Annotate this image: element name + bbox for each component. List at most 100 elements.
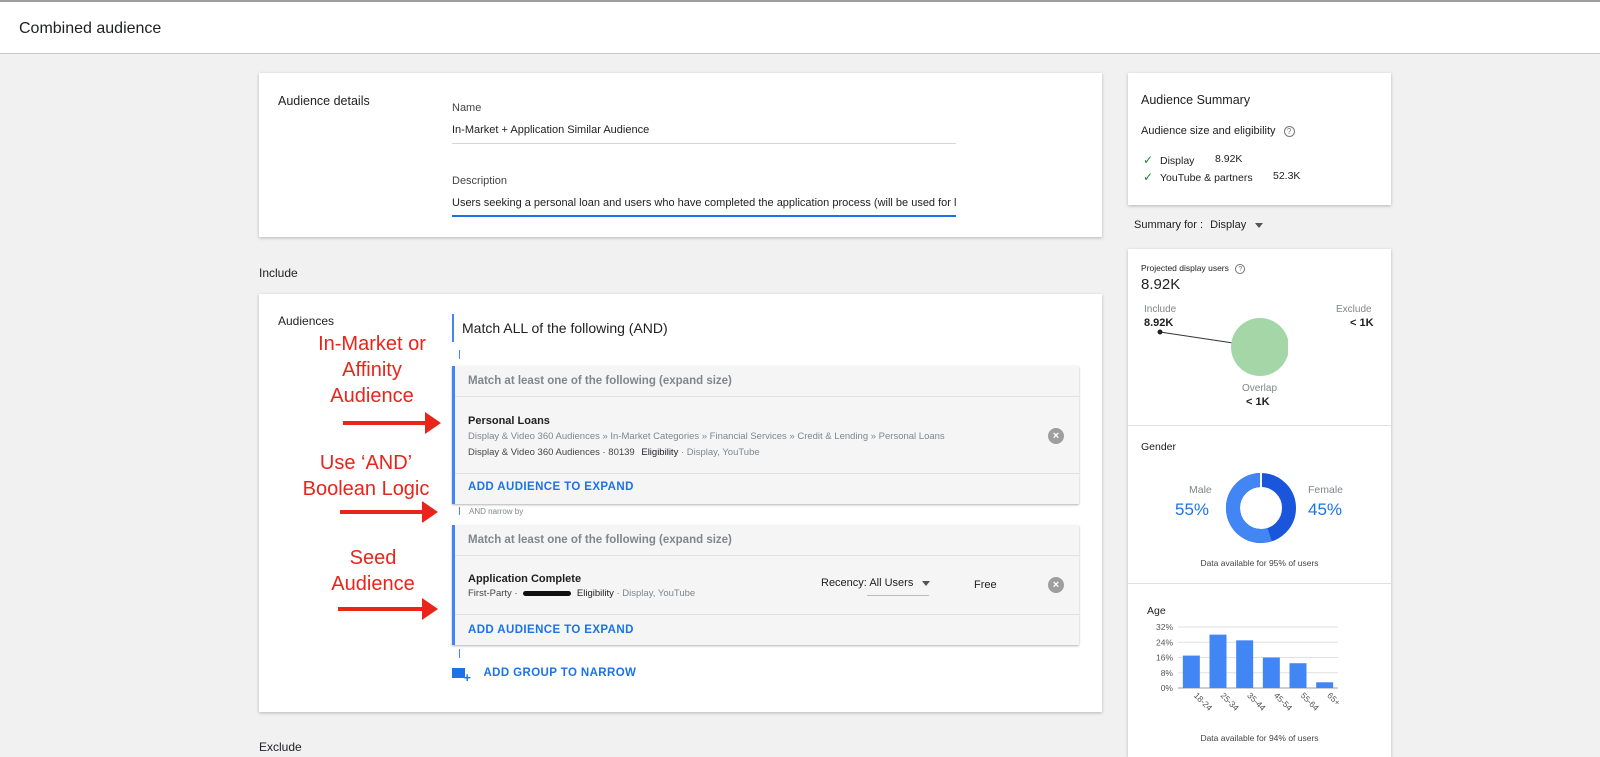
y-tick-label: 8% <box>1161 668 1174 678</box>
include-label: Include <box>1144 304 1177 315</box>
annotation-line: Seed <box>349 547 397 569</box>
exclude-value: < 1K <box>1350 317 1374 329</box>
gender-note: Data available for 95% of users <box>1200 558 1319 568</box>
item-eligibility-label: Eligibility <box>576 588 614 599</box>
x-tick-label: 18-24 <box>1192 690 1215 713</box>
eligibility-row-display: ✓ Display 8.92K <box>1143 153 1242 167</box>
eligibility-value: 8.92K <box>1215 153 1243 165</box>
annotation-seed: Seed Audience <box>323 545 423 597</box>
remove-audience-button[interactable]: × <box>1048 428 1064 444</box>
projected-label: Projected display users ? <box>1141 263 1246 274</box>
male-label: Male <box>1189 484 1212 496</box>
age-note: Data available for 94% of users <box>1200 733 1319 743</box>
projected-value: 8.92K <box>1141 276 1181 293</box>
x-tick-label: 45-54 <box>1272 690 1295 713</box>
and-narrow-label: AND narrow by <box>469 507 524 516</box>
age-bar-55-64 <box>1289 663 1307 688</box>
check-icon: ✓ <box>1143 170 1154 184</box>
summary-for-label: Summary for : <box>1134 219 1204 231</box>
description-underline <box>452 215 956 217</box>
audience-details-card: Audience details Name In-Market + Applic… <box>259 73 1102 237</box>
item-eligibility-value: · Display, YouTube <box>680 447 760 458</box>
connector-1 <box>459 350 460 359</box>
age-bar-65+ <box>1316 682 1334 688</box>
summary-for-value: Display <box>1210 219 1247 231</box>
annotation-arrow-1 <box>343 412 441 434</box>
include-section-label: Include <box>259 266 298 280</box>
exclude-section-label: Exclude <box>259 740 302 754</box>
eligibility-name: YouTube & partners <box>1159 172 1253 184</box>
projected-users-card: Projected display users ? 8.92K Include … <box>1128 249 1391 757</box>
x-tick-label: 35-44 <box>1245 690 1268 713</box>
annotation-arrow-3 <box>338 598 438 620</box>
overlap-label: Overlap <box>1242 383 1278 394</box>
item-eligibility-value: · Display, YouTube <box>616 588 696 599</box>
audience-summary-card: Audience Summary Audience size and eligi… <box>1128 73 1391 205</box>
y-tick-label: 32% <box>1156 622 1173 632</box>
item-source: First-Party · <box>468 588 518 599</box>
annotation-arrow-2 <box>340 501 438 523</box>
eligibility-row-youtube: ✓ YouTube & partners 52.3K <box>1143 170 1300 184</box>
add-audience-to-expand-button[interactable]: ADD AUDIENCE TO EXPAND <box>468 624 634 636</box>
match-all-bar <box>452 314 454 342</box>
annotation-line: Boolean Logic <box>302 478 430 500</box>
eligibility-name: Display <box>1159 155 1195 167</box>
audience-details-label: Audience details <box>278 94 370 108</box>
top-bar: Combined audience <box>0 0 1600 54</box>
item-source: Display & Video 360 Audiences · 80139 <box>468 447 635 458</box>
x-tick-label: 25-34 <box>1219 690 1242 713</box>
remove-audience-button[interactable]: × <box>1048 577 1064 593</box>
check-icon: ✓ <box>1143 153 1154 167</box>
dropdown-caret-icon <box>1255 222 1264 228</box>
audience-group-1: Match at least one of the following (exp… <box>452 366 1079 504</box>
add-group-icon: + <box>452 667 471 684</box>
age-bar-25-34 <box>1209 634 1227 688</box>
help-icon[interactable]: ? <box>1235 264 1246 274</box>
age-title: Age <box>1147 605 1166 617</box>
annotation-line: Audience <box>330 385 414 407</box>
recency-dropdown[interactable]: Recency: All Users <box>821 577 931 596</box>
annotation-and-logic: Use ‘AND’ Boolean Logic <box>288 450 444 502</box>
add-group-to-narrow-button[interactable]: + ADD GROUP TO NARROW <box>452 664 636 684</box>
male-value: 55% <box>1175 500 1210 519</box>
female-value: 45% <box>1308 500 1343 519</box>
age-bar-18-24 <box>1182 655 1200 688</box>
gender-title: Gender <box>1141 441 1177 453</box>
help-icon[interactable]: ? <box>1283 126 1295 137</box>
item-title: Personal Loans <box>468 415 550 427</box>
projected-label-text: Projected display users <box>1141 263 1229 273</box>
description-field[interactable]: Users seeking a personal loan and users … <box>452 197 956 209</box>
add-audience-to-expand-button[interactable]: ADD AUDIENCE TO EXPAND <box>468 481 634 493</box>
dropdown-caret-icon <box>922 580 931 586</box>
y-tick-label: 24% <box>1156 637 1173 647</box>
x-tick-label: 65+ <box>1325 690 1342 707</box>
size-eligibility-label: Audience size and eligibility ? <box>1141 125 1295 137</box>
item-path: Display & Video 360 Audiences » In-Marke… <box>468 431 945 442</box>
exclude-label: Exclude <box>1336 304 1372 315</box>
name-field[interactable]: In-Market + Application Similar Audience <box>452 124 952 136</box>
y-tick-label: 16% <box>1156 653 1173 663</box>
connector-2 <box>459 507 460 515</box>
redacted-id <box>523 590 572 596</box>
item-meta: Display & Video 360 Audiences · 80139 El… <box>468 447 760 458</box>
eligibility-value: 52.3K <box>1273 170 1301 182</box>
match-all-title: Match ALL of the following (AND) <box>462 320 668 336</box>
summary-title: Audience Summary <box>1141 93 1251 107</box>
age-bar-35-44 <box>1236 640 1254 688</box>
age-bar-chart: 32% 24% 16% 8% 0% 18-24 25-34 35-44 45-54 55-64 65… <box>1156 622 1343 713</box>
audience-group-2: Match at least one of the following (exp… <box>452 525 1079 645</box>
overlap-value: < 1K <box>1246 396 1270 408</box>
name-underline <box>452 143 956 144</box>
gender-donut <box>1226 473 1296 543</box>
annotation-in-market: In-Market or Affinity Audience <box>302 331 442 409</box>
y-tick-label: 0% <box>1161 683 1174 693</box>
item-meta: First-Party · Eligibility · Display, You… <box>468 588 695 599</box>
audiences-label: Audiences <box>278 314 335 328</box>
name-label: Name <box>452 102 482 114</box>
annotation-line: Use ‘AND’ <box>319 452 413 474</box>
personal-loans-item: Personal Loans Display & Video 360 Audie… <box>455 398 1079 474</box>
annotation-line: Audience <box>331 573 415 595</box>
summary-for-selector[interactable]: Summary for : Display <box>1134 219 1264 231</box>
connector-3 <box>459 649 460 658</box>
age-bar-45-54 <box>1262 657 1280 688</box>
